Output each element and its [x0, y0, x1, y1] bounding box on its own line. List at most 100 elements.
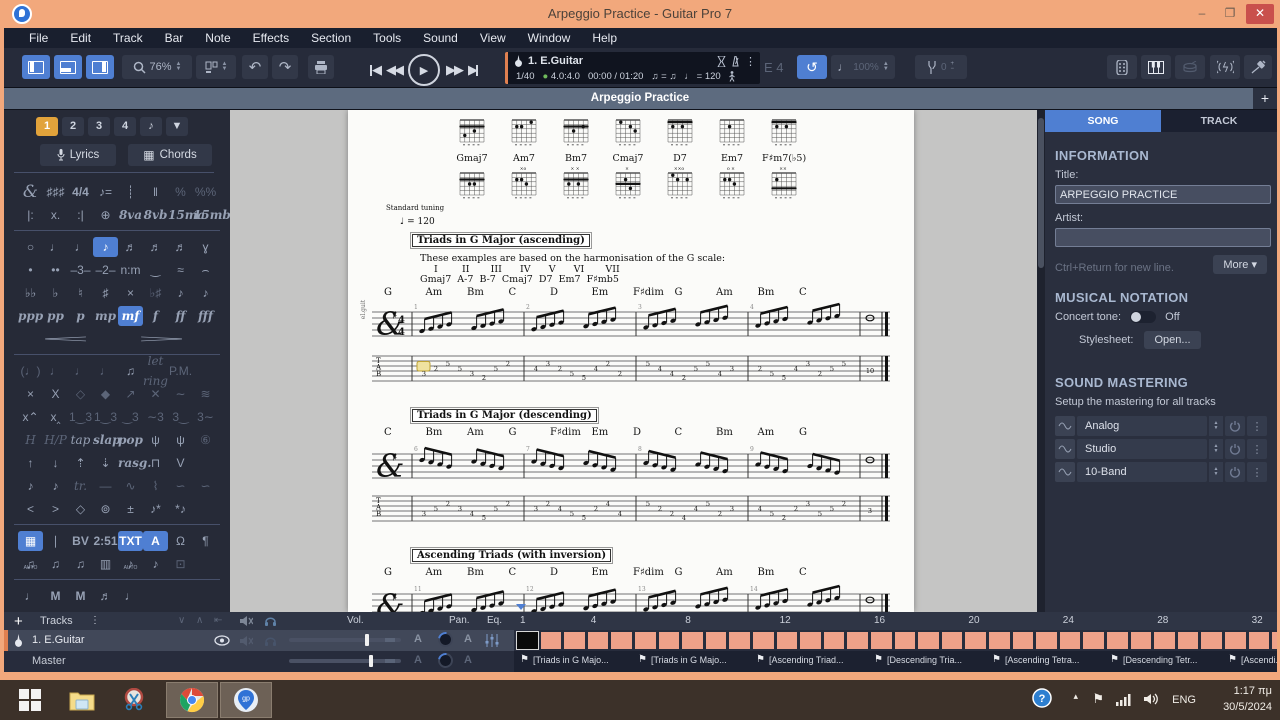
menu-bar[interactable]: Bar: [154, 28, 195, 48]
cut-row-icon-4[interactable]: ♬: [93, 586, 118, 606]
mute-all-icon[interactable]: [240, 615, 253, 627]
zoom-spinner[interactable]: ▲▼: [176, 62, 182, 72]
slide-line-icon[interactable]: —: [93, 476, 118, 496]
chord-diagram-D7[interactable]: D7××o: [658, 112, 702, 205]
beam-split-icon[interactable]: ♫: [68, 554, 93, 574]
collapse-up-icon[interactable]: ∧: [196, 615, 203, 626]
fade-out-icon[interactable]: >: [43, 499, 68, 519]
timeline-cell[interactable]: [1012, 631, 1035, 650]
tracks-menu-dots[interactable]: ⋮: [90, 615, 100, 626]
clef-icon[interactable]: &: [18, 182, 43, 202]
sixteenth-note-icon[interactable]: ♬: [118, 237, 143, 257]
new-tab-button[interactable]: +: [1253, 88, 1277, 109]
goto-start-icon[interactable]: ⇤: [214, 615, 222, 626]
palette-page-3[interactable]: 3: [88, 117, 110, 136]
tab-track[interactable]: TRACK: [1161, 110, 1277, 132]
chord-diagram-Am7[interactable]: Am7×o: [502, 112, 546, 205]
metronome-icon[interactable]: [731, 56, 740, 67]
undo-button[interactable]: ↶: [242, 55, 268, 79]
f-icon[interactable]: f: [143, 306, 168, 326]
anacrusis-icon[interactable]: ♪=: [93, 182, 118, 202]
chord-diagram-grid[interactable]: ×: [611, 165, 645, 201]
staff-system-1[interactable]: &♯441234: [372, 298, 890, 346]
pan-automation-button[interactable]: A: [464, 633, 472, 645]
menu-tools[interactable]: Tools: [362, 28, 412, 48]
mastering-power-button[interactable]: [1225, 439, 1245, 459]
keyboard-view-button[interactable]: [1141, 55, 1171, 79]
ppp-icon[interactable]: ppp: [18, 306, 43, 326]
tuner-button[interactable]: [1210, 55, 1240, 79]
close-button[interactable]: ✕: [1246, 4, 1274, 24]
timeline-cell[interactable]: [823, 631, 846, 650]
duplet-icon[interactable]: –2–: [93, 260, 118, 280]
quindicesima-alta-icon[interactable]: 15ma: [168, 205, 193, 225]
tied-pair-icon[interactable]: ♫: [118, 361, 143, 381]
left-hand-icon[interactable]: ψ: [143, 430, 168, 450]
rasgueado-icon[interactable]: rasg.: [118, 453, 143, 473]
double-flat-icon[interactable]: ♭♭: [18, 283, 43, 303]
lyrics-button[interactable]: Lyrics: [40, 144, 116, 166]
chord-diagram-Gmaj7[interactable]: Gmaj7: [450, 112, 494, 205]
dead-note-big-icon[interactable]: X: [43, 384, 68, 404]
menu-sound[interactable]: Sound: [412, 28, 469, 48]
slide-out-up-icon[interactable]: 3‿: [168, 407, 193, 427]
timeline-cell[interactable]: [964, 631, 987, 650]
solo-track-icon[interactable]: [264, 634, 277, 647]
master-pan-automation[interactable]: A: [464, 654, 472, 666]
section-bookmark[interactable]: ⚑[Triads in G Majo...: [520, 654, 609, 665]
timeline-cell[interactable]: [1082, 631, 1105, 650]
inverted-turn-icon[interactable]: ∽: [193, 476, 218, 496]
timeline-cell[interactable]: [846, 631, 869, 650]
artificial-harmonic-icon[interactable]: ◆: [93, 384, 118, 404]
double-sharp-icon[interactable]: ×: [118, 283, 143, 303]
let-ring-icon[interactable]: ≈: [168, 260, 193, 280]
cut-row-icon-3[interactable]: M: [68, 586, 93, 606]
grace-sixteenth-icon[interactable]: ♪: [43, 476, 68, 496]
pick-scrape-icon[interactable]: ♪*: [143, 499, 168, 519]
menu-effects[interactable]: Effects: [242, 28, 300, 48]
cut-row-icon-2[interactable]: M: [43, 586, 68, 606]
dead-note-icon[interactable]: ×: [18, 384, 43, 404]
zoom-control[interactable]: 76% ▲▼: [122, 55, 192, 79]
mastering-menu-dots[interactable]: ⋮: [1247, 439, 1267, 459]
grace-on-beat-icon[interactable]: ♪: [193, 283, 218, 303]
score-page[interactable]: Gmaj7Am7×oBm7× ×Cmaj7×D7××oEm7o ×F♯m7(♭5…: [348, 110, 914, 612]
menu-note[interactable]: Note: [194, 28, 241, 48]
forward-button[interactable]: ▶▶: [446, 62, 462, 78]
accidental-icon[interactable]: ♭♯: [143, 283, 168, 303]
palette-page-4[interactable]: 4: [114, 117, 136, 136]
time-signature-icon[interactable]: 4/4: [68, 182, 93, 202]
timeline-cell[interactable]: [610, 631, 633, 650]
palette-page-1[interactable]: 1: [36, 117, 58, 136]
fermata-icon[interactable]: ⌢: [193, 260, 218, 280]
hourglass-icon[interactable]: [717, 56, 726, 67]
file-explorer-button[interactable]: [56, 682, 108, 718]
timer-icon[interactable]: 2:51: [93, 531, 118, 551]
text-box-icon[interactable]: A: [143, 531, 168, 551]
quindicesima-bassa-icon[interactable]: 15mb: [193, 205, 218, 225]
mastering-slot-spinner[interactable]: ▲▼: [1209, 439, 1223, 459]
timeline-cell[interactable]: [1224, 631, 1247, 650]
upstroke-icon[interactable]: V: [168, 453, 193, 473]
layout-page-button[interactable]: [22, 55, 50, 79]
bend-icon[interactable]: ↗: [118, 384, 143, 404]
eighth-note-icon[interactable]: ♪: [93, 237, 118, 257]
timeline-sections[interactable]: ⚑[Triads in G Majo... ⚑[Triads in G Majo.…: [514, 651, 1277, 672]
timeline-cell[interactable]: [563, 631, 586, 650]
double-simile-icon[interactable]: %%: [193, 182, 218, 202]
section-bookmark[interactable]: ⚑[Triads in G Majo...: [638, 654, 727, 665]
guitar-pro-taskbar-button[interactable]: gp: [220, 682, 272, 718]
arpeggio-up-icon[interactable]: ⇡: [68, 453, 93, 473]
pp-icon[interactable]: pp: [43, 306, 68, 326]
legato-slide-icon[interactable]: ‿3: [118, 407, 143, 427]
snipping-tool-button[interactable]: [108, 682, 160, 718]
timeline-cell[interactable]: [1059, 631, 1082, 650]
concert-tone-toggle[interactable]: [1130, 311, 1156, 323]
p-icon[interactable]: p: [68, 306, 93, 326]
sharp-icon[interactable]: ♯: [93, 283, 118, 303]
menu-file[interactable]: File: [18, 28, 59, 48]
mute-track-icon[interactable]: [240, 635, 253, 647]
print-button[interactable]: [308, 55, 334, 79]
timeline-cell[interactable]: [540, 631, 563, 650]
stylesheet-open-button[interactable]: Open...: [1144, 331, 1200, 349]
